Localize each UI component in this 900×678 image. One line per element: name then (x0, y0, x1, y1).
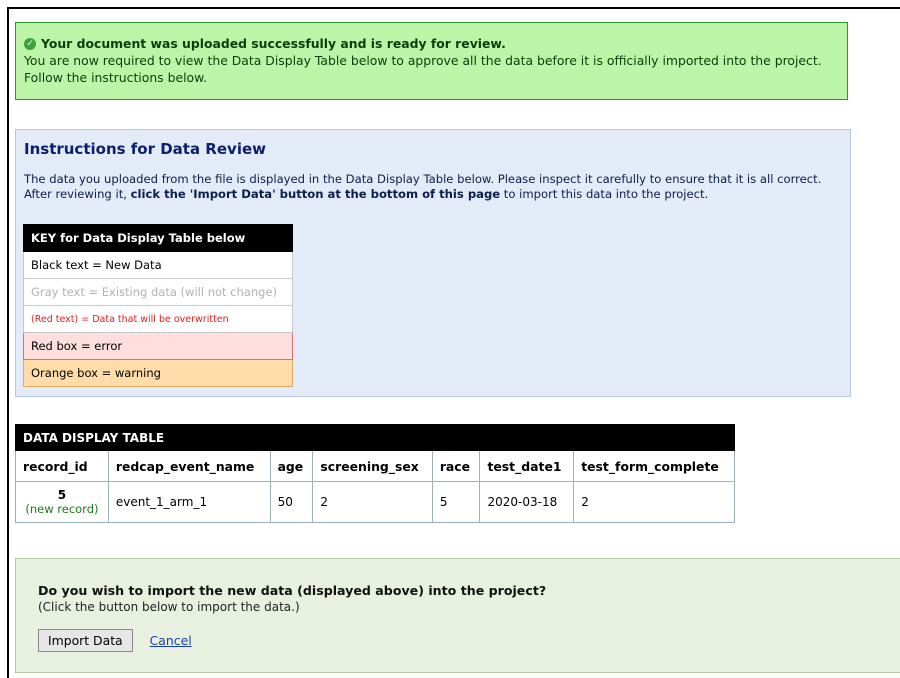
instructions-text-2-prefix: After reviewing it, (24, 187, 131, 201)
key-orange-box: Orange box = warning (23, 359, 293, 387)
key-red-box: Red box = error (23, 332, 293, 360)
instructions-text-2-bold: click the 'Import Data' button at the bo… (130, 187, 501, 201)
key-header: KEY for Data Display Table below (23, 224, 293, 252)
column-header: record_id (15, 450, 109, 482)
column-header: screening_sex (312, 450, 433, 482)
record-id-value: 5 (57, 488, 67, 502)
data-table-title: DATA DISPLAY TABLE (15, 424, 735, 451)
test-date-cell: 2020-03-18 (479, 481, 575, 523)
page-border-left (7, 7, 9, 678)
race-cell: 5 (431, 481, 481, 523)
screening-sex-cell: 2 (312, 481, 433, 523)
form-complete-cell: 2 (573, 481, 735, 523)
column-header: redcap_event_name (107, 450, 271, 482)
key-gray-text: Gray text = Existing data (will not chan… (23, 278, 293, 306)
key-red-text: (Red text) = Data that will be overwritt… (23, 305, 293, 333)
success-line-2: Follow the instructions below. (24, 70, 208, 85)
instructions-title: Instructions for Data Review (24, 140, 266, 158)
table-row: 5 (new record) event_1_arm_1 50 2 5 2020… (15, 481, 735, 523)
event-name-cell: event_1_arm_1 (107, 481, 271, 523)
instructions-text-1: The data you uploaded from the file is d… (24, 172, 822, 186)
instructions-text-2: After reviewing it, click the 'Import Da… (24, 187, 842, 202)
instructions-text: The data you uploaded from the file is d… (24, 172, 842, 202)
instructions-text-2-suffix: to import this data into the project. (500, 187, 709, 201)
upload-success-message: ✓ Your document was uploaded successfull… (15, 22, 848, 100)
record-id-cell: 5 (new record) (15, 481, 109, 523)
column-header: race (431, 450, 481, 482)
column-header: test_date1 (479, 450, 575, 482)
age-cell: 50 (269, 481, 314, 523)
import-actions: Import Data Cancel (38, 629, 882, 652)
column-header: test_form_complete (573, 450, 735, 482)
column-header: age (269, 450, 314, 482)
data-display-table: DATA DISPLAY TABLE record_id redcap_even… (15, 424, 735, 523)
import-question: Do you wish to import the new data (disp… (38, 583, 547, 598)
success-title: Your document was uploaded successfully … (41, 36, 506, 51)
success-line-1: You are now required to view the Data Di… (24, 53, 822, 68)
cancel-link[interactable]: Cancel (150, 633, 192, 648)
new-record-label: (new record) (25, 502, 99, 516)
key-black-text: Black text = New Data (23, 251, 293, 279)
import-hint: (Click the button below to import the da… (38, 600, 300, 614)
import-data-button[interactable]: Import Data (38, 629, 133, 652)
key-table: KEY for Data Display Table below Black t… (23, 224, 293, 387)
page-border-top (7, 7, 900, 9)
check-circle-icon: ✓ (24, 37, 36, 50)
import-confirmation-panel: Do you wish to import the new data (disp… (15, 558, 900, 673)
